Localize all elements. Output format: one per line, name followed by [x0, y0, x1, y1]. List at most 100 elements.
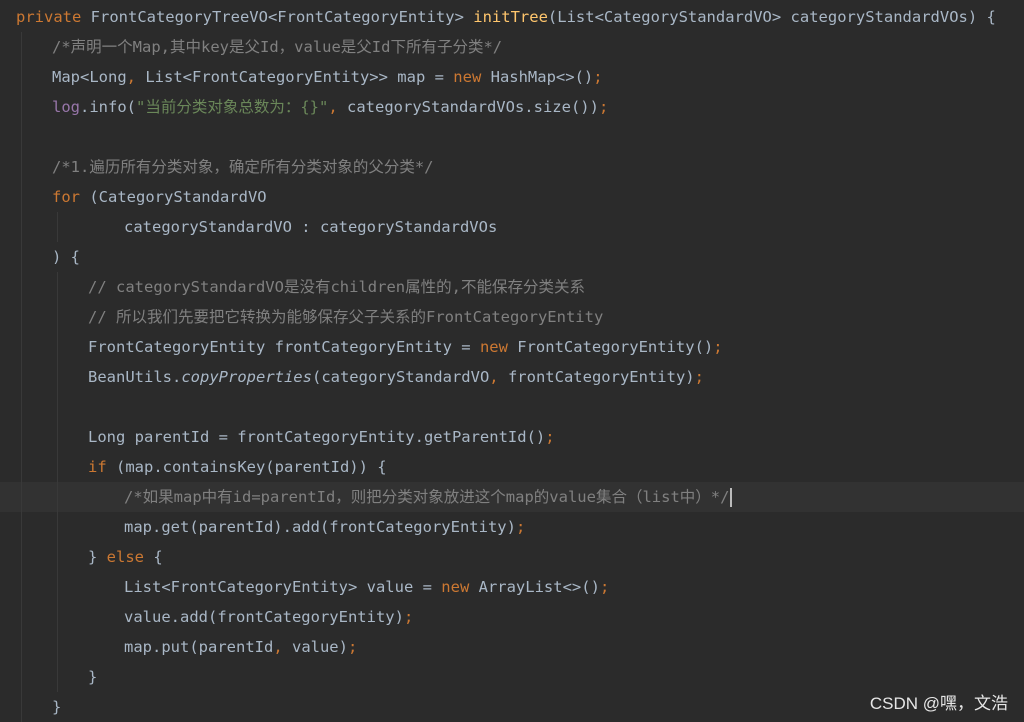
code-token: /*如果map中有id=parentId，则把分类对象放进这个map的value… — [124, 488, 730, 506]
indent-guide — [21, 302, 22, 332]
code-line[interactable]: List<FrontCategoryEntity> value = new Ar… — [0, 572, 1024, 602]
code-line[interactable]: map.put(parentId, value); — [0, 632, 1024, 662]
indent-guide — [21, 392, 22, 422]
indent-guide — [21, 542, 22, 572]
code-line[interactable]: value.add(frontCategoryEntity); — [0, 602, 1024, 632]
code-line[interactable]: // 所以我们先要把它转换为能够保存父子关系的FrontCategoryEnti… — [0, 302, 1024, 332]
code-token: , — [273, 638, 292, 656]
indent-guide — [21, 92, 22, 122]
indent-guide — [21, 122, 22, 152]
code-line[interactable]: for (CategoryStandardVO — [0, 182, 1024, 212]
code-line[interactable]: Long parentId = frontCategoryEntity.getP… — [0, 422, 1024, 452]
indent-guide — [21, 182, 22, 212]
code-text: } else { — [88, 542, 163, 572]
indent-guide — [21, 422, 22, 452]
indent-guide — [21, 692, 22, 722]
code-text: BeanUtils.copyProperties(categoryStandar… — [88, 362, 704, 392]
code-token: Long parentId = frontCategoryEntity.getP… — [88, 428, 546, 446]
indent-guide — [57, 332, 58, 362]
code-line[interactable]: } else { — [0, 542, 1024, 572]
code-token: for — [52, 188, 90, 206]
code-token: ; — [694, 368, 704, 386]
code-token: // 所以我们先要把它转换为能够保存父子关系的FrontCategoryEnti… — [88, 308, 604, 326]
code-text: /*1.遍历所有分类对象，确定所有分类对象的父分类*/ — [52, 152, 434, 182]
text-caret — [730, 488, 733, 507]
code-token: map.put(parentId — [124, 638, 274, 656]
code-line[interactable]: // categoryStandardVO是没有children属性的,不能保存… — [0, 272, 1024, 302]
indent-guide — [57, 662, 58, 692]
code-text: /*声明一个Map,其中key是父Id，value是父Id下所有子分类*/ — [52, 32, 502, 62]
code-token: FrontCategoryEntity() — [517, 338, 714, 356]
code-text: map.put(parentId, value); — [124, 632, 357, 662]
indent-guide — [21, 32, 22, 62]
code-token: new — [441, 578, 479, 596]
indent-guide — [21, 152, 22, 182]
csdn-watermark: CSDN @嘿，文浩 — [869, 694, 1008, 713]
indent-guide — [21, 362, 22, 392]
code-line[interactable]: if (map.containsKey(parentId)) { — [0, 452, 1024, 482]
code-text: // 所以我们先要把它转换为能够保存父子关系的FrontCategoryEnti… — [88, 302, 603, 332]
code-token: ; — [545, 428, 555, 446]
indent-guide — [57, 632, 58, 662]
code-token: BeanUtils. — [88, 368, 182, 386]
indent-guide — [21, 332, 22, 362]
code-line[interactable]: BeanUtils.copyProperties(categoryStandar… — [0, 362, 1024, 392]
code-token: (map.containsKey(parentId)) { — [116, 458, 387, 476]
code-text: log.info("当前分类对象总数为：{}", categoryStandar… — [52, 92, 608, 122]
indent-guide — [57, 512, 58, 542]
indent-guide — [21, 272, 22, 302]
code-line[interactable]: Map<Long, List<FrontCategoryEntity>> map… — [0, 62, 1024, 92]
code-line[interactable]: FrontCategoryEntity frontCategoryEntity … — [0, 332, 1024, 362]
code-token: } — [88, 668, 98, 686]
code-token: // categoryStandardVO是没有children属性的,不能保存… — [88, 278, 585, 296]
code-line[interactable]: categoryStandardVO : categoryStandardVOs — [0, 212, 1024, 242]
code-token: value.add(frontCategoryEntity) — [124, 608, 404, 626]
indent-guide — [21, 632, 22, 662]
indent-guide — [21, 572, 22, 602]
code-token: frontCategoryEntity) — [507, 368, 695, 386]
code-token: new — [479, 338, 518, 356]
indent-guide — [21, 242, 22, 272]
code-token: } — [88, 548, 107, 566]
indent-guide — [57, 452, 58, 482]
code-text: } — [88, 662, 97, 692]
code-token: value) — [291, 638, 348, 656]
code-text: value.add(frontCategoryEntity); — [124, 602, 413, 632]
code-line[interactable]: log.info("当前分类对象总数为：{}", categoryStandar… — [0, 92, 1024, 122]
code-line[interactable]: /*1.遍历所有分类对象，确定所有分类对象的父分类*/ — [0, 152, 1024, 182]
code-editor[interactable]: private FrontCategoryTreeVO<FrontCategor… — [0, 0, 1024, 722]
code-text: FrontCategoryEntity frontCategoryEntity … — [88, 332, 723, 362]
code-line[interactable]: /*声明一个Map,其中key是父Id，value是父Id下所有子分类*/ — [0, 32, 1024, 62]
code-token: ArrayList<>() — [478, 578, 600, 596]
indent-guide — [21, 62, 22, 92]
code-line[interactable]: } — [0, 662, 1024, 692]
code-line[interactable]: map.get(parentId).add(frontCategoryEntit… — [0, 512, 1024, 542]
code-token: /*1.遍历所有分类对象，确定所有分类对象的父分类*/ — [52, 158, 434, 176]
indent-guide — [57, 602, 58, 632]
code-line[interactable]: private FrontCategoryTreeVO<FrontCategor… — [0, 2, 1024, 32]
code-line[interactable]: ) { — [0, 242, 1024, 272]
code-token: } — [52, 698, 62, 716]
code-token: (List<CategoryStandardVO> categoryStanda… — [547, 8, 996, 26]
indent-guide — [57, 422, 58, 452]
code-line[interactable]: /*如果map中有id=parentId，则把分类对象放进这个map的value… — [0, 482, 1024, 512]
code-token: (categoryStandardVO — [311, 368, 490, 386]
indent-guide — [57, 272, 58, 302]
code-token: private — [16, 8, 91, 26]
code-line[interactable] — [0, 392, 1024, 422]
code-text: } — [52, 692, 61, 722]
code-text: List<FrontCategoryEntity> value = new Ar… — [124, 572, 609, 602]
indent-guide — [57, 542, 58, 572]
code-token: .info( — [80, 98, 136, 116]
code-token: (CategoryStandardVO — [89, 188, 267, 206]
code-text: if (map.containsKey(parentId)) { — [88, 452, 387, 482]
code-token: , — [489, 368, 508, 386]
code-token: /*声明一个Map,其中key是父Id，value是父Id下所有子分类*/ — [52, 38, 503, 56]
code-token: ; — [598, 98, 609, 116]
code-token: ; — [403, 608, 414, 626]
code-token: if — [88, 458, 116, 476]
indent-guide — [57, 362, 58, 392]
code-token: new — [453, 68, 491, 86]
code-line[interactable] — [0, 122, 1024, 152]
code-token: FrontCategoryEntity frontCategoryEntity … — [88, 338, 480, 356]
